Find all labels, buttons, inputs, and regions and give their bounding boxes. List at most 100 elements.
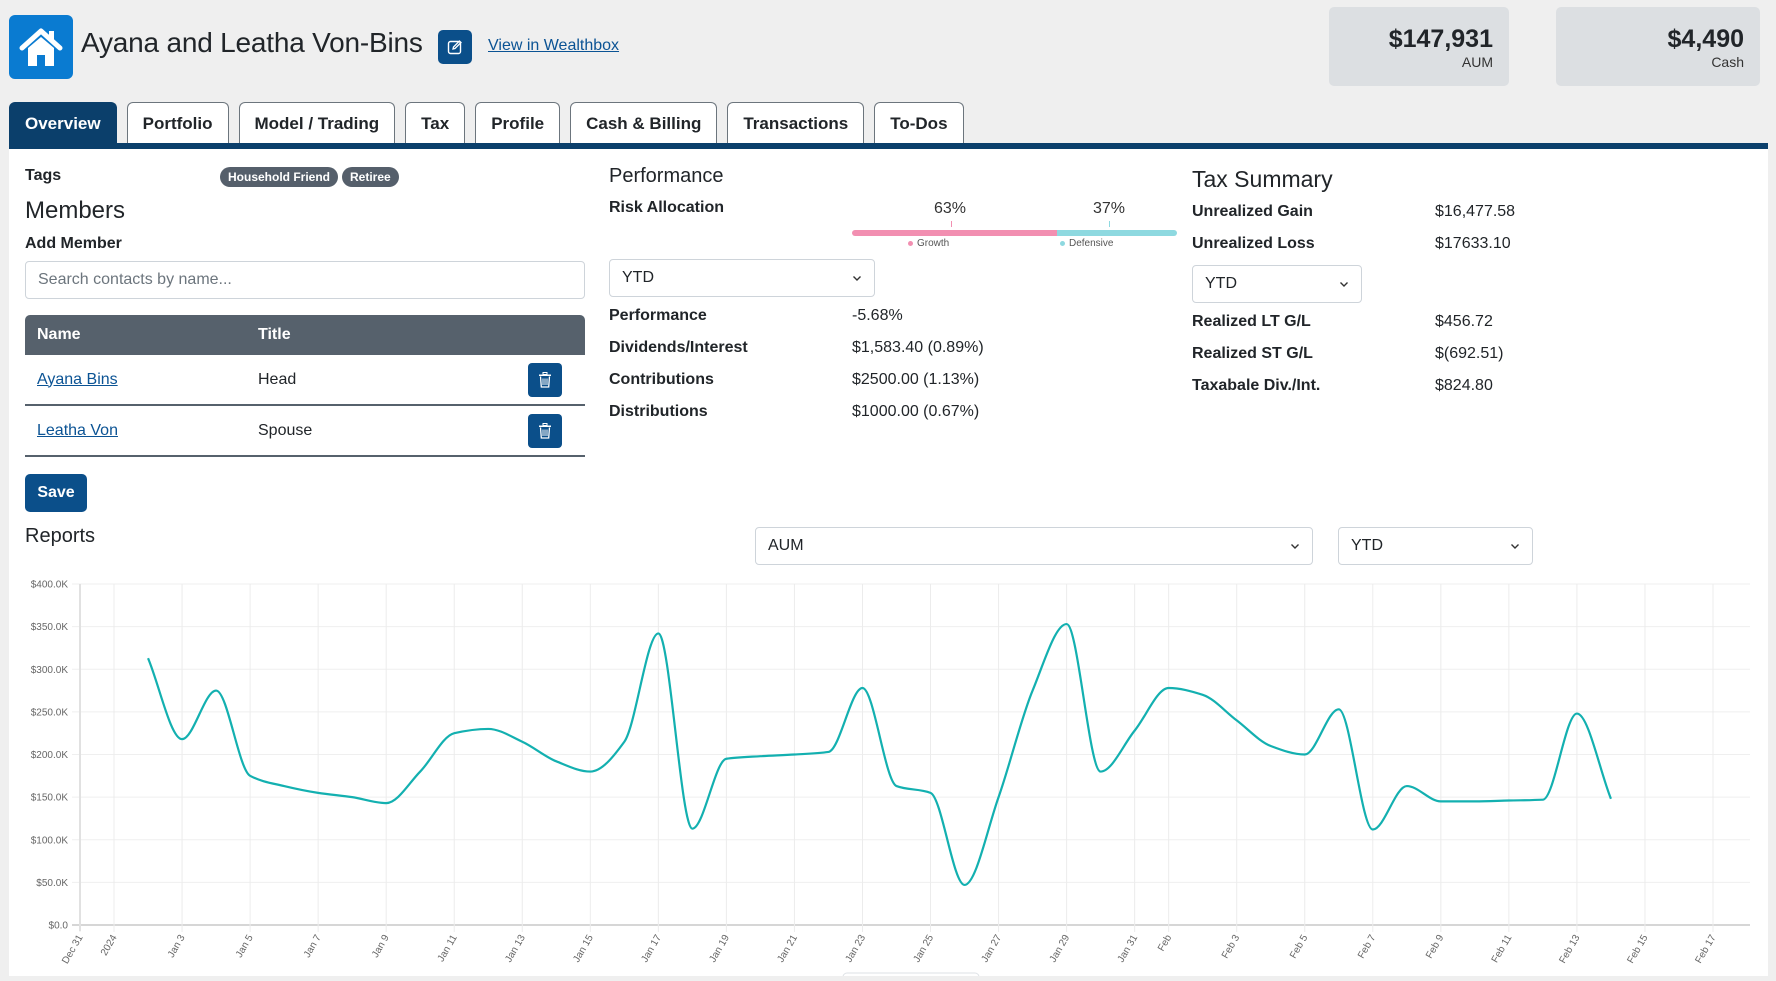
unrealized-loss-label: Unrealized Loss	[1192, 235, 1315, 252]
save-button[interactable]: Save	[25, 474, 87, 512]
growth-dot	[908, 241, 913, 246]
household-logo	[9, 15, 73, 79]
tags-list: Household Friend Retiree	[220, 167, 403, 187]
tax-period-select[interactable]: YTD	[1192, 265, 1362, 303]
tab-todos[interactable]: To-Dos	[874, 102, 964, 144]
growth-percent: 63%	[934, 200, 967, 217]
x-tick-label: Feb	[1156, 933, 1174, 954]
tab-cash-billing[interactable]: Cash & Billing	[570, 102, 718, 144]
x-tick-label: Jan 7	[302, 933, 324, 960]
cash-value: $4,490	[1667, 25, 1744, 53]
performance-period-select[interactable]: YTD	[609, 259, 875, 297]
chevron-down-icon	[1291, 544, 1299, 549]
x-tick-label: Jan 21	[775, 933, 800, 965]
tags-label: Tags	[25, 167, 62, 184]
y-tick-label: $200.0K	[31, 750, 69, 761]
x-tick-label: Jan 25	[912, 933, 937, 965]
y-tick-label: $150.0K	[31, 793, 69, 804]
defensive-segment	[1056, 230, 1177, 236]
defensive-tick	[1109, 221, 1110, 227]
aum-line-chart: $0.0 $50.0K $100.0K $150.0K $200.0K $250.0K $3…	[31, 580, 1750, 981]
growth-segment	[852, 230, 1057, 236]
x-tick-label: Jan 11	[436, 933, 460, 964]
report-period-value: YTD	[1351, 537, 1383, 554]
perf-label: Performance	[609, 307, 707, 324]
y-tick-label: $50.0K	[36, 878, 68, 889]
add-member-label: Add Member	[25, 235, 122, 252]
perf-value: -5.68%	[852, 307, 903, 324]
x-tick-label: Feb 7	[1356, 933, 1379, 961]
x-tick-label: Jan 31	[1116, 933, 1141, 965]
search-contacts-input[interactable]: Search contacts by name...	[25, 261, 585, 299]
x-tick-label: Jan 3	[166, 933, 188, 960]
member-link[interactable]: Ayana Bins	[37, 371, 118, 388]
contributions-value: $2500.00 (1.13%)	[852, 371, 980, 388]
house-icon	[19, 28, 63, 66]
chevron-down-icon	[853, 276, 861, 281]
tab-tax[interactable]: Tax	[405, 102, 466, 144]
tag-badge: Household Friend	[220, 167, 338, 187]
unrealized-gain-value: $16,477.58	[1435, 203, 1516, 220]
tax-period-value: YTD	[1205, 275, 1237, 292]
delete-member-button[interactable]	[528, 362, 562, 397]
aum-value: $147,931	[1388, 25, 1493, 53]
view-in-wealthbox-link[interactable]: View in Wealthbox	[488, 37, 619, 55]
members-table: Name Title Ayana Bins Head Leatha Von Sp…	[25, 315, 585, 457]
tab-model-trading[interactable]: Model / Trading	[238, 102, 396, 144]
table-row: Leatha Von Spouse	[25, 406, 585, 457]
y-tick-label: $400.0K	[31, 580, 69, 591]
growth-tick	[951, 221, 952, 227]
chart-grid	[72, 583, 1750, 932]
x-tick-label: Feb 9	[1424, 933, 1447, 961]
trash-icon	[539, 371, 551, 388]
member-title: Spouse	[258, 421, 313, 439]
page-title: Ayana and Leatha Von-Bins	[81, 27, 423, 58]
tab-bar: Overview Portfolio Model / Trading Tax P…	[9, 102, 974, 144]
realized-lt-label: Realized LT G/L	[1192, 313, 1311, 330]
delete-member-button[interactable]	[528, 413, 562, 448]
x-tick-label: Feb 11	[1490, 933, 1515, 965]
unrealized-gain-label: Unrealized Gain	[1192, 203, 1313, 220]
x-tick-label: Jan 17	[639, 933, 664, 965]
y-tick-label: $250.0K	[31, 707, 69, 718]
x-tick-label: Jan 29	[1048, 933, 1073, 965]
growth-legend: Growth	[908, 238, 949, 249]
column-header-name: Name	[37, 326, 81, 343]
aum-stat-card: $147,931 AUM	[1329, 7, 1509, 86]
tab-portfolio[interactable]: Portfolio	[126, 102, 229, 144]
realized-st-label: Realized ST G/L	[1192, 345, 1313, 362]
x-tick-label: Jan 9	[370, 933, 392, 960]
cash-stat-card: $4,490 Cash	[1556, 7, 1760, 86]
aum-chart: $0.0 $50.0K $100.0K $150.0K $200.0K $250.0K $3…	[0, 560, 1776, 981]
y-tick-label: $100.0K	[31, 835, 69, 846]
dividends-value: $1,583.40 (0.89%)	[852, 339, 984, 356]
members-heading: Members	[25, 197, 126, 224]
member-link[interactable]: Leatha Von	[37, 422, 118, 439]
taxable-div-label: Taxabale Div./Int.	[1192, 377, 1321, 394]
member-title: Head	[258, 370, 297, 388]
y-tick-label: $0.0	[49, 921, 69, 932]
performance-period-value: YTD	[622, 269, 654, 286]
column-header-title: Title	[258, 326, 291, 343]
tag-badge: Retiree	[342, 167, 399, 187]
x-tick-label: Jan 19	[707, 933, 732, 965]
tab-transactions[interactable]: Transactions	[727, 102, 865, 144]
report-metric-value: AUM	[768, 537, 804, 554]
table-header: Name Title	[25, 315, 585, 355]
defensive-dot	[1060, 241, 1065, 246]
distributions-label: Distributions	[609, 403, 708, 420]
tab-overview[interactable]: Overview	[9, 102, 117, 144]
edit-icon	[447, 40, 462, 55]
table-row: Ayana Bins Head	[25, 355, 585, 406]
taxable-div-value: $824.80	[1435, 377, 1493, 394]
growth-legend-label: Growth	[917, 238, 950, 249]
tab-profile[interactable]: Profile	[475, 102, 561, 144]
x-tick-label: Feb 17	[1694, 933, 1719, 966]
x-axis: Dec 31 2024 Jan 3 Jan 5 Jan 7 Jan 9 Jan 11 Jan …	[60, 933, 1719, 966]
edit-household-button[interactable]	[438, 30, 472, 64]
x-tick-label: 2024	[99, 933, 120, 958]
chevron-down-icon	[1511, 544, 1519, 549]
realized-st-value: $(692.51)	[1435, 345, 1504, 362]
x-tick-label: Jan 5	[234, 933, 256, 960]
defensive-legend: Defensive	[1060, 238, 1113, 249]
